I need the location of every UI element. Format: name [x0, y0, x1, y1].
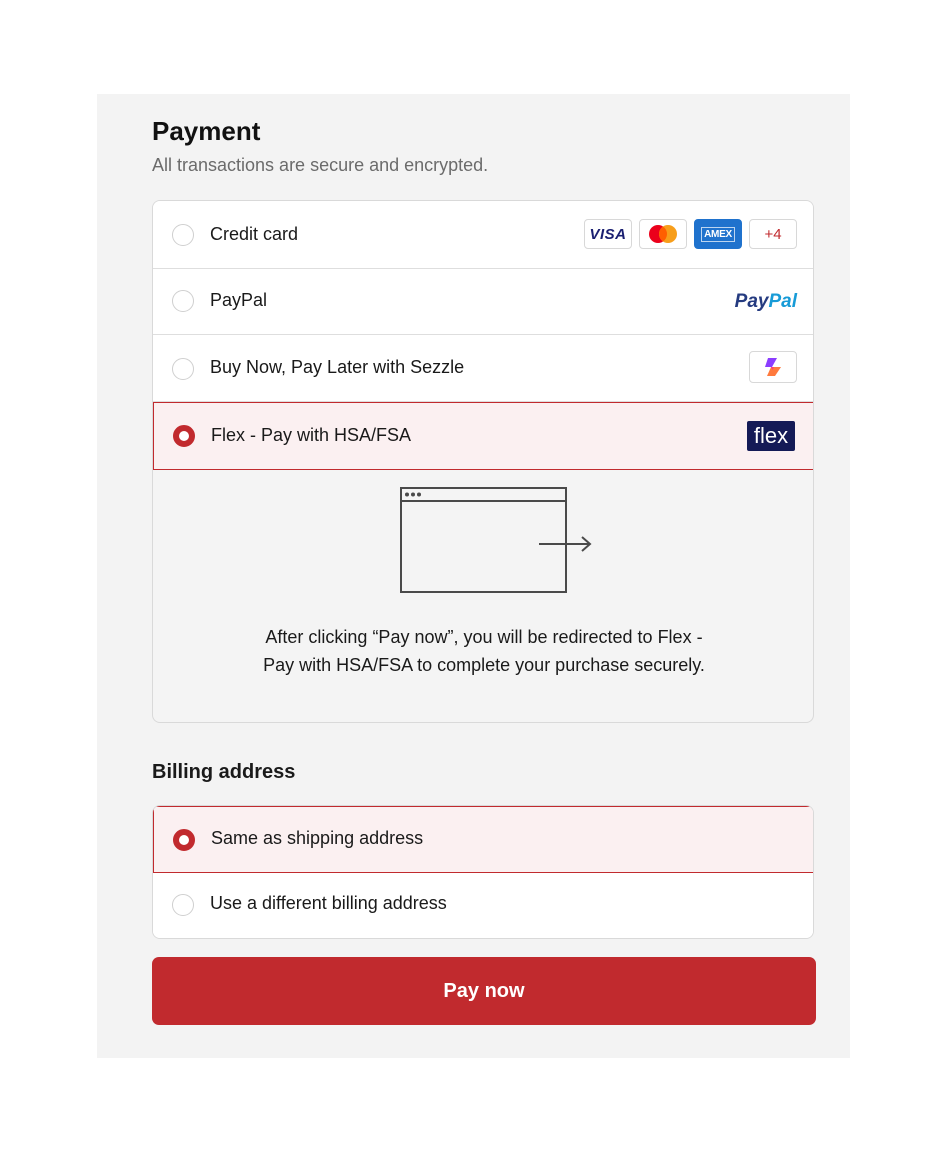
same-as-shipping-label: Same as shipping address	[211, 828, 424, 848]
billing-option-same-as-shipping[interactable]: Same as shipping address	[153, 806, 813, 873]
paypal-radio[interactable]	[172, 290, 194, 312]
billing-address-title: Billing address	[152, 761, 296, 783]
billing-option-different-address[interactable]: Use a different billing address	[153, 873, 813, 938]
paypal-logo: PayPal	[734, 291, 797, 312]
sezzle-logo-icon	[765, 358, 781, 376]
flex-label: Flex - Pay with HSA/FSA	[211, 425, 412, 445]
payment-method-paypal[interactable]: PayPal PayPal	[153, 269, 813, 335]
payment-method-flex[interactable]: Flex - Pay with HSA/FSA flex	[153, 402, 813, 470]
card-brands: VISA AMEX +4	[584, 219, 797, 249]
redirect-message: After clicking “Pay now”, you will be re…	[263, 627, 705, 675]
flex-radio[interactable]	[173, 425, 195, 447]
payment-method-credit-card[interactable]: Credit card VISA AMEX +4	[153, 201, 813, 269]
sezzle-radio[interactable]	[172, 358, 194, 380]
credit-card-radio[interactable]	[172, 224, 194, 246]
pay-now-button[interactable]: Pay now	[152, 957, 816, 1025]
browser-redirect-icon	[400, 487, 592, 593]
visa-logo-text: VISA	[589, 225, 627, 243]
sezzle-icon	[749, 351, 797, 383]
amex-logo-text: AMEX	[701, 226, 735, 242]
visa-icon: VISA	[584, 219, 632, 249]
different-address-radio[interactable]	[172, 894, 194, 916]
same-as-shipping-radio[interactable]	[173, 829, 195, 851]
billing-address-options: Same as shipping address Use a different…	[152, 805, 814, 939]
payment-subtitle: All transactions are secure and encrypte…	[152, 155, 489, 175]
credit-card-label: Credit card	[210, 224, 299, 244]
amex-icon: AMEX	[694, 219, 742, 249]
mastercard-circles-icon	[649, 225, 677, 243]
checkout-payment-panel: Payment All transactions are secure and …	[97, 94, 850, 1058]
more-cards-badge: +4	[749, 219, 797, 249]
payment-title: Payment	[152, 116, 261, 146]
different-address-label: Use a different billing address	[210, 893, 447, 913]
mastercard-icon	[639, 219, 687, 249]
sezzle-label: Buy Now, Pay Later with Sezzle	[210, 357, 465, 377]
paypal-label: PayPal	[210, 290, 268, 310]
payment-method-sezzle[interactable]: Buy Now, Pay Later with Sezzle	[153, 335, 813, 402]
more-cards-count: +4	[764, 225, 782, 243]
payment-methods-list: Credit card VISA AMEX +4 PayPal PayPal B…	[152, 200, 814, 723]
flex-logo: flex	[747, 421, 795, 451]
